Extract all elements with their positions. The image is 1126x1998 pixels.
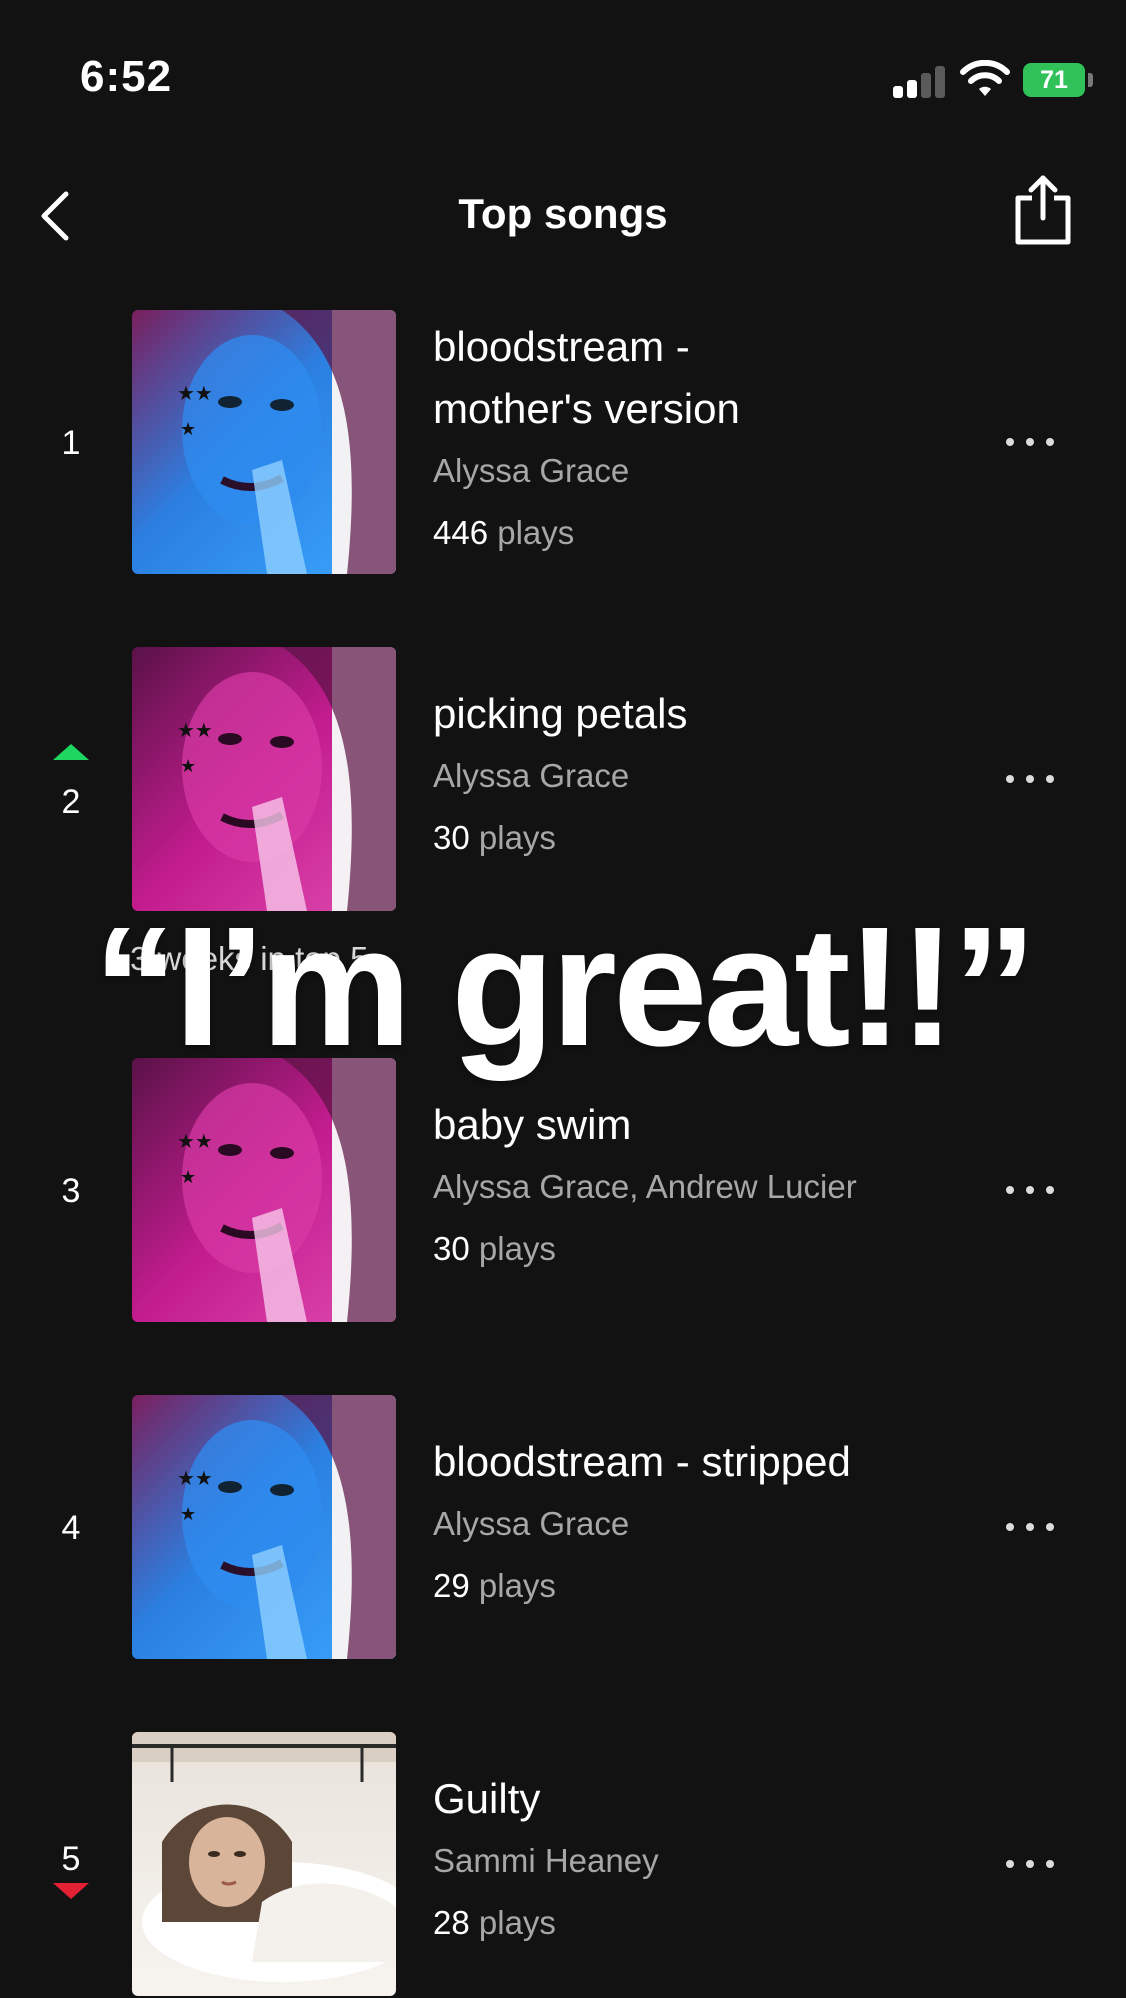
song-info: bloodstream - stripped Alyssa Grace 29 p… [433,1431,953,1617]
plays-label: plays [469,1904,556,1941]
svg-text:★: ★ [180,1167,196,1187]
overlay-caption: “I’m great!!” [93,892,1037,1082]
song-title: baby swim [433,1101,632,1148]
plays-number: 446 [433,514,489,551]
album-cover: ★★ ★ [132,1058,396,1322]
rank-number: 1 [61,424,81,462]
status-bar: 6:52 71 [0,0,1126,140]
page-title: Top songs [458,190,668,237]
more-options-icon[interactable] [1000,1175,1060,1205]
status-time: 6:52 [80,52,173,101]
more-options-icon[interactable] [1000,764,1060,794]
rank-number: 4 [61,1509,81,1547]
song-artist: Alyssa Grace, Andrew Lucier [433,1168,857,1205]
svg-text:★★: ★★ [177,383,213,405]
song-row[interactable]: 4 ★★ ★ bloodstream - stripped Alyssa Gra… [0,1395,1126,1661]
svg-text:★: ★ [180,1504,196,1524]
song-info: picking petals Alyssa Grace 30 plays [433,683,953,869]
song-row[interactable]: 2 ★★ ★ picking petals Alyssa Grace 30 pl… [0,647,1126,913]
cellular-signal-icon [893,64,949,98]
wifi-icon [960,60,1010,96]
rank-number: 5 [61,1840,81,1878]
trend-down-icon [53,1883,89,1899]
more-options-icon[interactable] [1000,1849,1060,1879]
song-row[interactable]: 5 Guilty Sammi Heaney 28 plays [0,1732,1126,1998]
song-info: baby swim Alyssa Grace, Andrew Lucier 30… [433,1094,953,1280]
song-title: bloodstream - [433,323,690,370]
song-row[interactable]: 3 ★★ ★ baby swim Alyssa Grace, Andrew Lu… [0,1058,1126,1324]
plays-number: 30 [433,1230,470,1267]
battery-tip [1088,73,1093,87]
album-cover [132,1732,396,1996]
play-count: 446 plays [433,502,953,564]
song-artist: Alyssa Grace [433,452,630,489]
plays-label: plays [469,1567,556,1604]
song-title: picking petals [433,690,688,737]
play-count: 30 plays [433,807,953,869]
song-info: Guilty Sammi Heaney 28 plays [433,1768,953,1954]
play-count: 28 plays [433,1892,953,1954]
song-artist: Alyssa Grace [433,1505,630,1542]
album-cover: ★★ ★ [132,310,396,574]
svg-text:★★: ★★ [177,720,213,742]
share-icon[interactable] [1012,172,1074,246]
song-title: bloodstream - stripped [433,1438,851,1485]
plays-label: plays [469,1230,556,1267]
album-cover: ★★ ★ [132,1395,396,1659]
plays-label: plays [469,819,556,856]
song-artist: Alyssa Grace [433,757,630,794]
battery-level: 71 [1023,63,1085,97]
song-title-line2: mother's version [433,385,740,432]
svg-text:★★: ★★ [177,1131,213,1153]
more-options-icon[interactable] [1000,1512,1060,1542]
svg-text:★: ★ [180,756,196,776]
album-cover: ★★ ★ [132,647,396,911]
song-title: Guilty [433,1775,541,1822]
svg-text:★★: ★★ [177,1468,213,1490]
plays-label: plays [488,514,575,551]
trend-up-icon [53,744,89,760]
rank-number: 3 [61,1172,81,1210]
svg-text:★: ★ [180,419,196,439]
song-info: bloodstream - mother's version Alyssa Gr… [433,316,953,564]
play-count: 30 plays [433,1218,953,1280]
song-row[interactable]: 1 ★★ ★ bloodstream - mother's version Al… [0,310,1126,576]
song-artist: Sammi Heaney [433,1842,659,1879]
plays-number: 30 [433,819,470,856]
play-count: 29 plays [433,1555,953,1617]
rank-number: 2 [61,783,81,821]
more-options-icon[interactable] [1000,427,1060,457]
plays-number: 29 [433,1567,470,1604]
plays-number: 28 [433,1904,470,1941]
